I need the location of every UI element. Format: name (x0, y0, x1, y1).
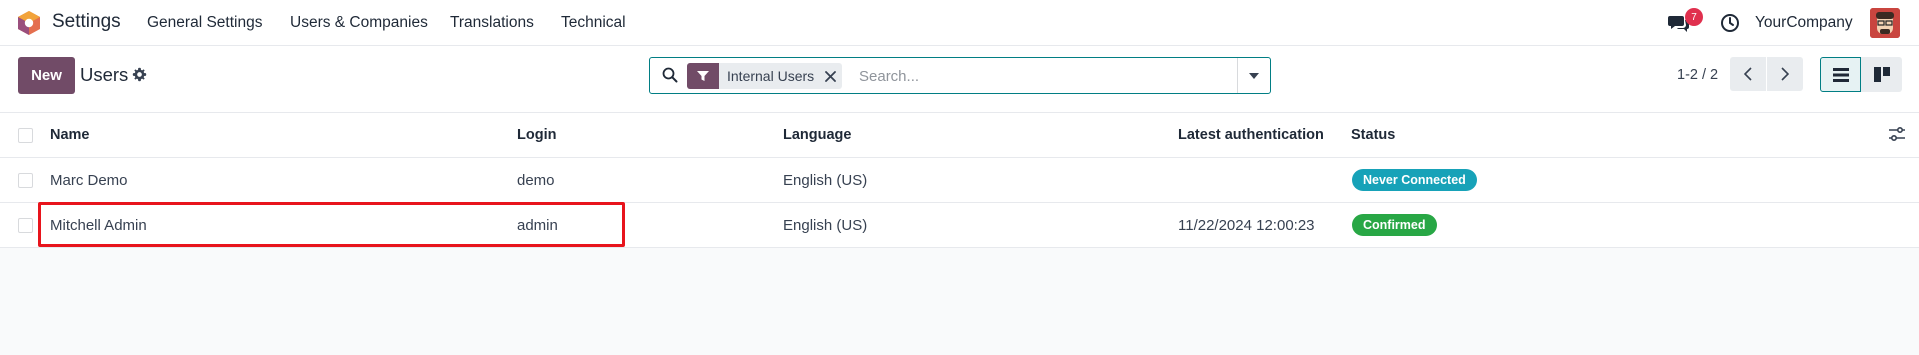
row-checkbox[interactable] (18, 173, 33, 188)
cell-login: admin (517, 217, 558, 234)
search-input[interactable] (859, 66, 1239, 86)
facet-label: Internal Users (727, 68, 815, 84)
table-header: Name Login Language Latest authenticatio… (0, 113, 1919, 158)
select-all-checkbox[interactable] (18, 128, 33, 143)
clock-activities-icon[interactable] (1720, 13, 1740, 38)
top-navbar: Settings General Settings Users & Compan… (0, 0, 1919, 46)
status-badge: Confirmed (1352, 214, 1437, 236)
list-view-button[interactable] (1820, 57, 1861, 92)
column-header-latest-authentication[interactable]: Latest authentication (1178, 127, 1324, 143)
pager-previous-button[interactable] (1730, 57, 1766, 91)
menu-users-companies[interactable]: Users & Companies (290, 14, 428, 32)
gear-icon[interactable] (132, 67, 147, 87)
search-icon[interactable] (662, 67, 678, 88)
caret-down-icon (1249, 72, 1259, 79)
status-badge: Never Connected (1352, 169, 1477, 191)
messages-count-badge: 7 (1685, 8, 1703, 26)
filter-icon (687, 63, 719, 89)
kanban-view-button[interactable] (1861, 57, 1902, 92)
breadcrumb: Users (80, 64, 129, 85)
cell-language: English (US) (783, 217, 868, 234)
table-row[interactable]: Mitchell Admin admin English (US) 11/22/… (0, 203, 1919, 248)
column-header-name[interactable]: Name (50, 127, 90, 143)
list-icon (1832, 67, 1849, 82)
users-list-table: Name Login Language Latest authenticatio… (0, 113, 1919, 248)
facet-remove-icon[interactable] (822, 63, 842, 89)
cell-name: Mitchell Admin (50, 217, 147, 234)
cell-latest-authentication: 11/22/2024 12:00:23 (1178, 217, 1315, 234)
control-panel: New Users Internal Users Search... 1-2 /… (0, 46, 1919, 113)
cell-name: Marc Demo (50, 172, 128, 189)
app-name[interactable]: Settings (52, 11, 121, 33)
kanban-icon (1873, 67, 1890, 82)
row-checkbox[interactable] (18, 218, 33, 233)
column-header-login[interactable]: Login (517, 127, 556, 143)
optional-columns-icon[interactable] (1889, 126, 1905, 146)
cell-login: demo (517, 172, 555, 189)
menu-translations[interactable]: Translations (450, 14, 534, 32)
menu-general-settings[interactable]: General Settings (147, 14, 262, 32)
search-bar: Internal Users (649, 57, 1271, 94)
column-header-status[interactable]: Status (1351, 127, 1395, 143)
company-switcher[interactable]: YourCompany (1755, 14, 1853, 32)
new-button[interactable]: New (18, 57, 75, 94)
pager-value[interactable]: 1-2 / 2 (1677, 67, 1718, 83)
search-facet-internal-users[interactable]: Internal Users (687, 63, 843, 89)
search-options-toggle[interactable] (1237, 58, 1270, 93)
column-header-language[interactable]: Language (783, 127, 851, 143)
user-avatar[interactable] (1870, 8, 1900, 38)
menu-technical[interactable]: Technical (561, 14, 626, 32)
table-row[interactable]: Marc Demo demo English (US) Never Connec… (0, 158, 1919, 203)
chevron-right-icon (1781, 67, 1789, 81)
odoo-settings-logo-icon[interactable] (17, 10, 41, 36)
chevron-left-icon (1744, 67, 1752, 81)
cell-language: English (US) (783, 172, 868, 189)
pager-next-button[interactable] (1767, 57, 1803, 91)
